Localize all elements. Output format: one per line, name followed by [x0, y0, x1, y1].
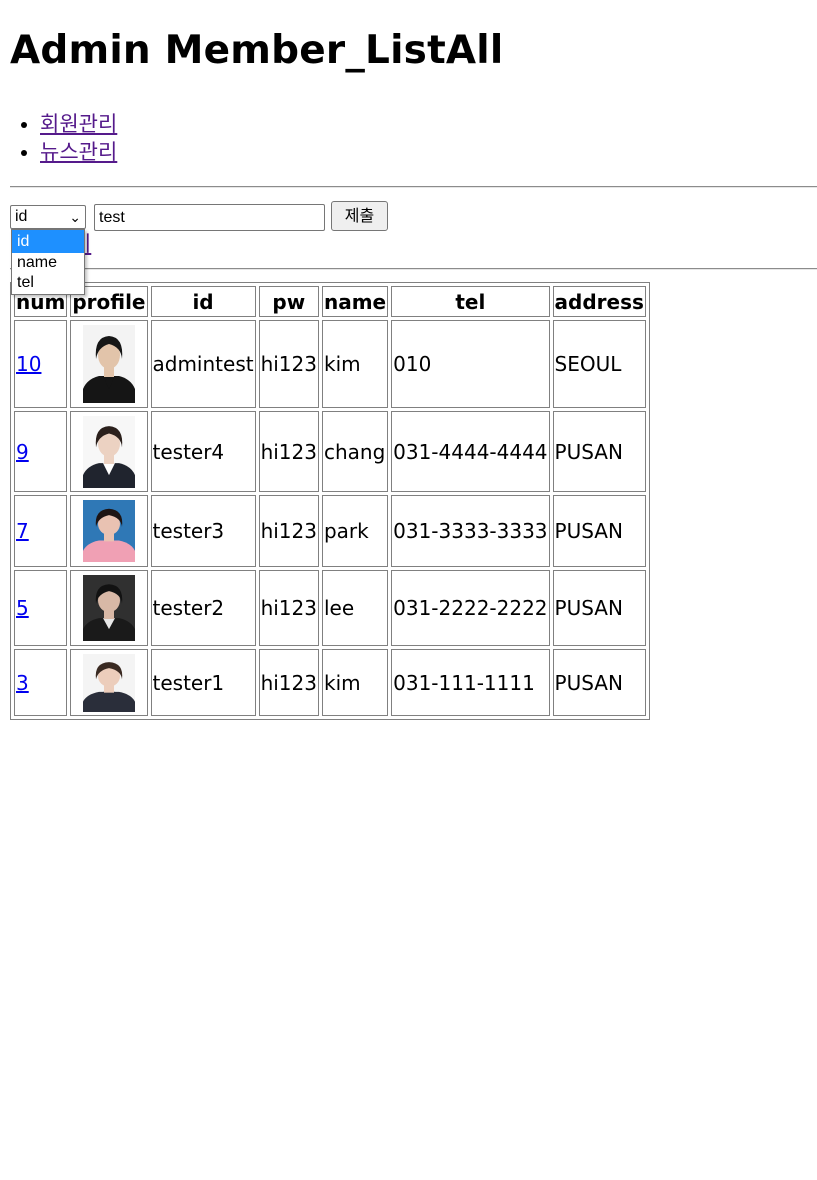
cell-id: tester3: [150, 495, 256, 567]
member-num-link[interactable]: 5: [16, 596, 29, 620]
cell-profile: [70, 411, 148, 492]
cell-num: 7: [14, 495, 68, 567]
cell-pw: hi123: [258, 495, 319, 567]
profile-photo: [82, 500, 135, 562]
cell-num: 3: [14, 649, 68, 716]
cell-profile: [70, 570, 148, 646]
cell-profile: [70, 320, 148, 408]
header-tel: tel: [391, 286, 550, 317]
member-num-link[interactable]: 10: [16, 352, 41, 376]
cell-num: 5: [14, 570, 68, 646]
cell-pw: hi123: [258, 649, 319, 716]
cell-tel: 031-111-1111: [391, 649, 550, 716]
chevron-down-icon: ⌄: [69, 209, 81, 225]
cell-tel: 031-3333-3333: [391, 495, 550, 567]
cell-address: PUSAN: [552, 495, 646, 567]
table-header-row: num profile id pw name tel address: [14, 286, 646, 317]
nav-item-members: 회원관리: [40, 110, 117, 138]
search-field-dropdown: id name tel: [11, 229, 85, 295]
cell-address: SEOUL: [552, 320, 646, 408]
header-pw: pw: [258, 286, 319, 317]
nav-menu: 회원관리 뉴스관리: [0, 110, 117, 166]
cell-tel: 010: [391, 320, 550, 408]
submit-button[interactable]: 제출: [331, 201, 388, 231]
table-row: 5 tester2 hi123 lee 031-2222-2222 PUSAN: [14, 570, 646, 646]
dropdown-option-name[interactable]: name: [12, 253, 84, 273]
cell-name: kim: [321, 320, 389, 408]
cell-name: lee: [321, 570, 389, 646]
table-row: 7 tester3 hi123 park 031-3333-3333 PUSAN: [14, 495, 646, 567]
member-num-link[interactable]: 9: [16, 440, 29, 464]
profile-photo: [82, 325, 135, 403]
profile-photo: [82, 415, 135, 488]
divider-bottom: [10, 268, 817, 270]
cell-num: 10: [14, 320, 68, 408]
cell-id: tester2: [150, 570, 256, 646]
cell-profile: [70, 649, 148, 716]
profile-photo: [82, 575, 135, 641]
cell-num: 9: [14, 411, 68, 492]
header-address: address: [552, 286, 646, 317]
cell-pw: hi123: [258, 570, 319, 646]
nav-item-news: 뉴스관리: [40, 138, 117, 166]
member-num-link[interactable]: 3: [16, 671, 29, 695]
member-table-body: 10 admintest hi123 kim 010 SEOUL 9 tester4 hi123…: [14, 320, 646, 716]
cell-tel: 031-2222-2222: [391, 570, 550, 646]
cell-name: park: [321, 495, 389, 567]
search-input[interactable]: [94, 204, 325, 231]
dropdown-option-id[interactable]: id: [12, 230, 84, 253]
search-field-selected: id: [15, 208, 28, 225]
dropdown-option-tel[interactable]: tel: [12, 273, 84, 293]
cell-address: PUSAN: [552, 411, 646, 492]
cell-pw: hi123: [258, 320, 319, 408]
cell-id: tester4: [150, 411, 256, 492]
nav-link-news[interactable]: 뉴스관리: [40, 140, 117, 164]
cell-id: admintest: [150, 320, 256, 408]
page: Admin Member_ListAll 회원관리 뉴스관리 id ⌄ 제출 작…: [0, 0, 817, 1180]
member-table: num profile id pw name tel address 10 adm…: [10, 282, 650, 720]
nav-link-members[interactable]: 회원관리: [40, 112, 117, 136]
cell-id: tester1: [150, 649, 256, 716]
cell-pw: hi123: [258, 411, 319, 492]
table-row: 3 tester1 hi123 kim 031-111-1111 PUSAN: [14, 649, 646, 716]
header-id: id: [150, 286, 256, 317]
cell-tel: 031-4444-4444: [391, 411, 550, 492]
cell-profile: [70, 495, 148, 567]
cell-address: PUSAN: [552, 649, 646, 716]
cell-name: kim: [321, 649, 389, 716]
divider-top: [10, 186, 817, 188]
page-title: Admin Member_ListAll: [10, 28, 504, 73]
member-num-link[interactable]: 7: [16, 519, 29, 543]
search-field-select[interactable]: id ⌄: [10, 205, 86, 229]
header-name: name: [321, 286, 389, 317]
table-row: 9 tester4 hi123 chang 031-4444-4444 PUSAN: [14, 411, 646, 492]
cell-name: chang: [321, 411, 389, 492]
cell-address: PUSAN: [552, 570, 646, 646]
table-row: 10 admintest hi123 kim 010 SEOUL: [14, 320, 646, 408]
profile-photo: [82, 653, 135, 712]
